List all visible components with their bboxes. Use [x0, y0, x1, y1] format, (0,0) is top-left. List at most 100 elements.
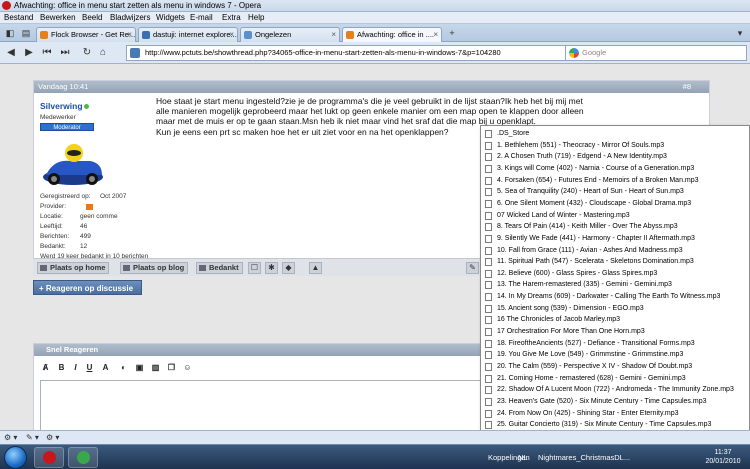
- post-to-home-button[interactable]: Plaats op home: [37, 262, 110, 274]
- image-icon[interactable]: ▣: [134, 362, 145, 374]
- status-bar: ⚙ ▾ ✎ ▾ ⚙ ▾: [0, 430, 750, 444]
- close-icon[interactable]: ×: [229, 28, 234, 41]
- close-icon[interactable]: ×: [433, 28, 438, 41]
- file-list-item[interactable]: 24. From Now On (425) - Shining Star - E…: [481, 408, 749, 420]
- info-label: Leeftijd:: [40, 223, 63, 230]
- tab-flock[interactable]: Flock Browser - Get Re... ×: [36, 27, 136, 42]
- file-list-item[interactable]: .DS_Store: [481, 128, 749, 140]
- fast-forward-icon[interactable]: ⏭: [58, 46, 72, 60]
- tab-ongelezen[interactable]: Ongelezen ×: [240, 27, 340, 42]
- panel-toggle-icon[interactable]: ◧: [4, 27, 16, 39]
- thanks-button[interactable]: Bedankt: [196, 262, 243, 274]
- file-list-item[interactable]: 5. Sea of Tranquility (240) - Heart of S…: [481, 186, 749, 198]
- rewind-icon[interactable]: ⏮: [40, 46, 54, 60]
- report-icon[interactable]: ▲: [309, 262, 322, 274]
- menu-bladwijzers[interactable]: Bladwijzers: [110, 13, 150, 22]
- post-number[interactable]: #8: [683, 81, 691, 93]
- menu-extra[interactable]: Extra: [222, 13, 241, 22]
- menu-widgets[interactable]: Widgets: [156, 13, 185, 22]
- file-list-item[interactable]: 4. Forsaken (654) - Futures End - Memoir…: [481, 175, 749, 187]
- file-icon: [485, 130, 492, 138]
- menu-bewerken[interactable]: Bewerken: [40, 13, 76, 22]
- search-input[interactable]: Google: [565, 45, 747, 61]
- bookmark-icon[interactable]: ◆: [282, 262, 295, 274]
- new-tab-icon[interactable]: +: [446, 27, 458, 39]
- tab-menu-icon[interactable]: ▾: [734, 27, 746, 39]
- forward-icon[interactable]: ▶: [22, 46, 36, 60]
- file-icon: [485, 141, 492, 150]
- file-list-item[interactable]: 11. Spiritual Path (547) - Scelerata - S…: [481, 256, 749, 268]
- file-list-item[interactable]: 20. The Calm (559) - Perspective X IV - …: [481, 361, 749, 373]
- font-color-icon[interactable]: A: [100, 362, 111, 374]
- file-icon: [485, 421, 492, 430]
- bold-icon[interactable]: B: [56, 362, 67, 374]
- info-value: 46: [80, 223, 88, 230]
- file-list-item[interactable]: 15. Ancient song (539) - Dimension - EGO…: [481, 303, 749, 315]
- format-icon[interactable]: Ⱥ: [40, 362, 51, 374]
- settings-icon[interactable]: ⚙ ▾: [4, 433, 17, 442]
- file-list-item[interactable]: 14. In My Dreams (609) - Darkwater - Cal…: [481, 291, 749, 303]
- file-list-item[interactable]: 22. Shadow Of A Lucent Moon (722) - Andr…: [481, 384, 749, 396]
- info-label: Locatie:: [40, 213, 63, 220]
- share-icon[interactable]: ☐: [248, 262, 261, 274]
- file-list-item[interactable]: 16 The Chronicles of Jacob Marley.mp3: [481, 314, 749, 326]
- file-list-item[interactable]: 12. Believe (600) - Glass Spires - Glass…: [481, 268, 749, 280]
- clock-time: 11:37: [714, 449, 732, 456]
- smiley-icon[interactable]: ☺: [182, 362, 193, 374]
- menu-beeld[interactable]: Beeld: [82, 13, 102, 22]
- link-icon[interactable]: ◐: [118, 362, 129, 374]
- post-to-blog-button[interactable]: Plaats op blog: [120, 262, 189, 274]
- username-link[interactable]: Silverwing: [40, 101, 83, 111]
- post-date: Vandaag 10:41: [38, 82, 89, 91]
- reply-to-thread-button[interactable]: + Reageren op discussie: [33, 280, 142, 295]
- tab-bar: ◧ ▤ Flock Browser - Get Re... × dastuji:…: [0, 24, 750, 42]
- system-clock[interactable]: 11:37 20/01/2010: [700, 448, 746, 466]
- post-header: Vandaag 10:41 #8: [34, 81, 709, 93]
- edit-icon[interactable]: ✎: [466, 262, 479, 274]
- start-button[interactable]: [4, 446, 27, 469]
- menu-help[interactable]: Help: [248, 13, 264, 22]
- file-list-item[interactable]: 21. Coming Home - remastered (628) - Gem…: [481, 373, 749, 385]
- trash-icon[interactable]: ▤: [20, 27, 32, 39]
- file-list-item[interactable]: 8. Tears Of Pain (414) - Keith Miller - …: [481, 221, 749, 233]
- file-list-item[interactable]: 07 Wicked Land of Winter - Mastering.mp3: [481, 210, 749, 222]
- language-indicator[interactable]: NL: [518, 453, 528, 462]
- taskbar-msn[interactable]: [68, 447, 98, 468]
- tab-dastuji[interactable]: dastuji: internet explore... ×: [138, 27, 238, 42]
- close-icon[interactable]: ×: [127, 28, 132, 41]
- info-provider: Provider:: [40, 203, 93, 210]
- file-name: 17 Orchestration For More Than One Horn.…: [497, 328, 645, 336]
- tools-icon[interactable]: ✎ ▾: [26, 433, 39, 442]
- file-list-item[interactable]: 23. Heaven's Gate (520) - Six Minute Cen…: [481, 396, 749, 408]
- taskbar-opera[interactable]: [34, 447, 64, 468]
- italic-icon[interactable]: I: [70, 362, 81, 374]
- file-list-item[interactable]: 1. Bethlehem (551) - Theocracy - Mirror …: [481, 140, 749, 152]
- menu-email[interactable]: E-mail: [190, 13, 213, 22]
- file-list-item[interactable]: 17 Orchestration For More Than One Horn.…: [481, 326, 749, 338]
- blog-icon: [123, 265, 130, 271]
- file-list-item[interactable]: 6. One Silent Moment (432) - Cloudscape …: [481, 198, 749, 210]
- file-list-item[interactable]: 18. FireoftheAncients (527) - Defiance -…: [481, 338, 749, 350]
- reload-icon[interactable]: ↻: [80, 46, 94, 60]
- close-icon[interactable]: ×: [331, 28, 336, 41]
- info-age: Leeftijd: 46: [40, 223, 87, 230]
- home-icon: [40, 265, 47, 271]
- nightmares-task[interactable]: Nightmares_ChristmasDL...: [538, 453, 630, 462]
- home-icon[interactable]: ⌂: [96, 46, 110, 60]
- file-list-item[interactable]: 9. Silently We Fade (441) - Harmony - Ch…: [481, 233, 749, 245]
- file-list-item[interactable]: 10. Fall from Grace (111) - Avian - Ashe…: [481, 245, 749, 257]
- quote-icon[interactable]: ❐: [166, 362, 177, 374]
- tab-afwachting[interactable]: Afwachting: office in .... ×: [342, 27, 442, 42]
- gear-icon[interactable]: ⚙ ▾: [46, 433, 59, 442]
- underline-icon[interactable]: U: [84, 362, 95, 374]
- menu-bestand[interactable]: Bestand: [4, 13, 33, 22]
- file-list-item[interactable]: 13. The Harem-remastered (335) - Gemini …: [481, 279, 749, 291]
- file-list-item[interactable]: 3. Kings will Come (402) - Narnia - Cour…: [481, 163, 749, 175]
- file-list-item[interactable]: 2. A Chosen Truth (719) - Edgend - A New…: [481, 151, 749, 163]
- back-icon[interactable]: ◀: [4, 46, 18, 60]
- moderator-badge: Moderator: [40, 123, 94, 131]
- video-icon[interactable]: ▥: [150, 362, 161, 374]
- file-list-item[interactable]: 19. You Give Me Love (549) - Grimmstine …: [481, 349, 749, 361]
- star-icon[interactable]: ✱: [265, 262, 278, 274]
- url-input[interactable]: http://www.pctuts.be/showthread.php?3406…: [126, 45, 570, 61]
